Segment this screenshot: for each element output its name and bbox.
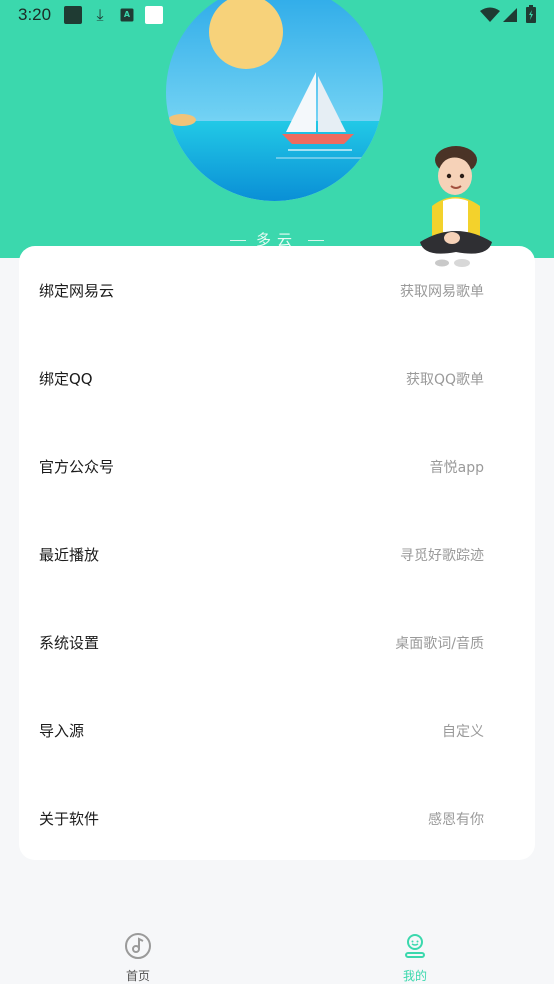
menu-item-value: 获取QQ歌单 [405,372,484,388]
menu-item-label: 官方公众号 [39,458,115,476]
menu-item-import-source[interactable]: 导入源 自定义 [19,686,535,774]
weather-left-dash [229,240,246,241]
menu-item-label: 绑定QQ [39,370,93,388]
menu-item-recent-plays[interactable]: 最近播放 寻觅好歌踪迹 [19,510,535,598]
sailboat-landscape-image [166,0,383,201]
menu-item-official-account[interactable]: 官方公众号 音悦app [19,422,535,510]
menu-item-value: 桌面歌词/音质 [395,636,484,652]
profile-icon [405,934,425,958]
menu-item-value: 音悦app [429,460,484,476]
bottom-navigation: 首页 我的 [0,920,554,984]
nav-tab-label: 我的 [402,969,427,983]
menu-item-label: 系统设置 [39,634,100,652]
weather-right-dash [308,240,324,241]
menu-item-value: 寻觅好歌踪迹 [400,548,484,564]
app-square-icon [64,6,82,24]
menu-item-label: 导入源 [39,722,85,740]
menu-item-value: 感恩有你 [428,812,484,828]
menu-item-value: 自定义 [442,724,484,740]
menu-item-label: 绑定网易云 [39,282,115,300]
menu-item-label: 关于软件 [39,810,100,828]
nav-tab-home[interactable]: 首页 [78,920,198,984]
menu-item-about[interactable]: 关于软件 感恩有你 [19,774,535,862]
mascot-illustration [420,146,492,267]
font-a-icon: A [120,8,134,22]
status-time: 3:20 [18,5,52,24]
menu-card: 绑定网易云 获取网易歌单 绑定QQ 获取QQ歌单 官方公众号 音悦app 最近播… [19,246,535,860]
avatar[interactable] [166,0,383,201]
menu-item-label: 最近播放 [39,546,100,564]
signal-icon [503,8,517,22]
white-square-icon [145,6,163,24]
nav-tab-mine[interactable]: 我的 [355,920,475,984]
download-icon: ⤓ [96,5,104,24]
menu-item-value: 获取网易歌单 [400,284,484,300]
nav-tab-label: 首页 [125,969,150,983]
menu-item-system-settings[interactable]: 系统设置 桌面歌词/音质 [19,598,535,686]
battery-icon [526,5,536,23]
menu-item-bind-qq[interactable]: 绑定QQ 获取QQ歌单 [19,334,535,422]
wifi-icon [480,7,500,22]
music-disc-icon [125,933,151,959]
